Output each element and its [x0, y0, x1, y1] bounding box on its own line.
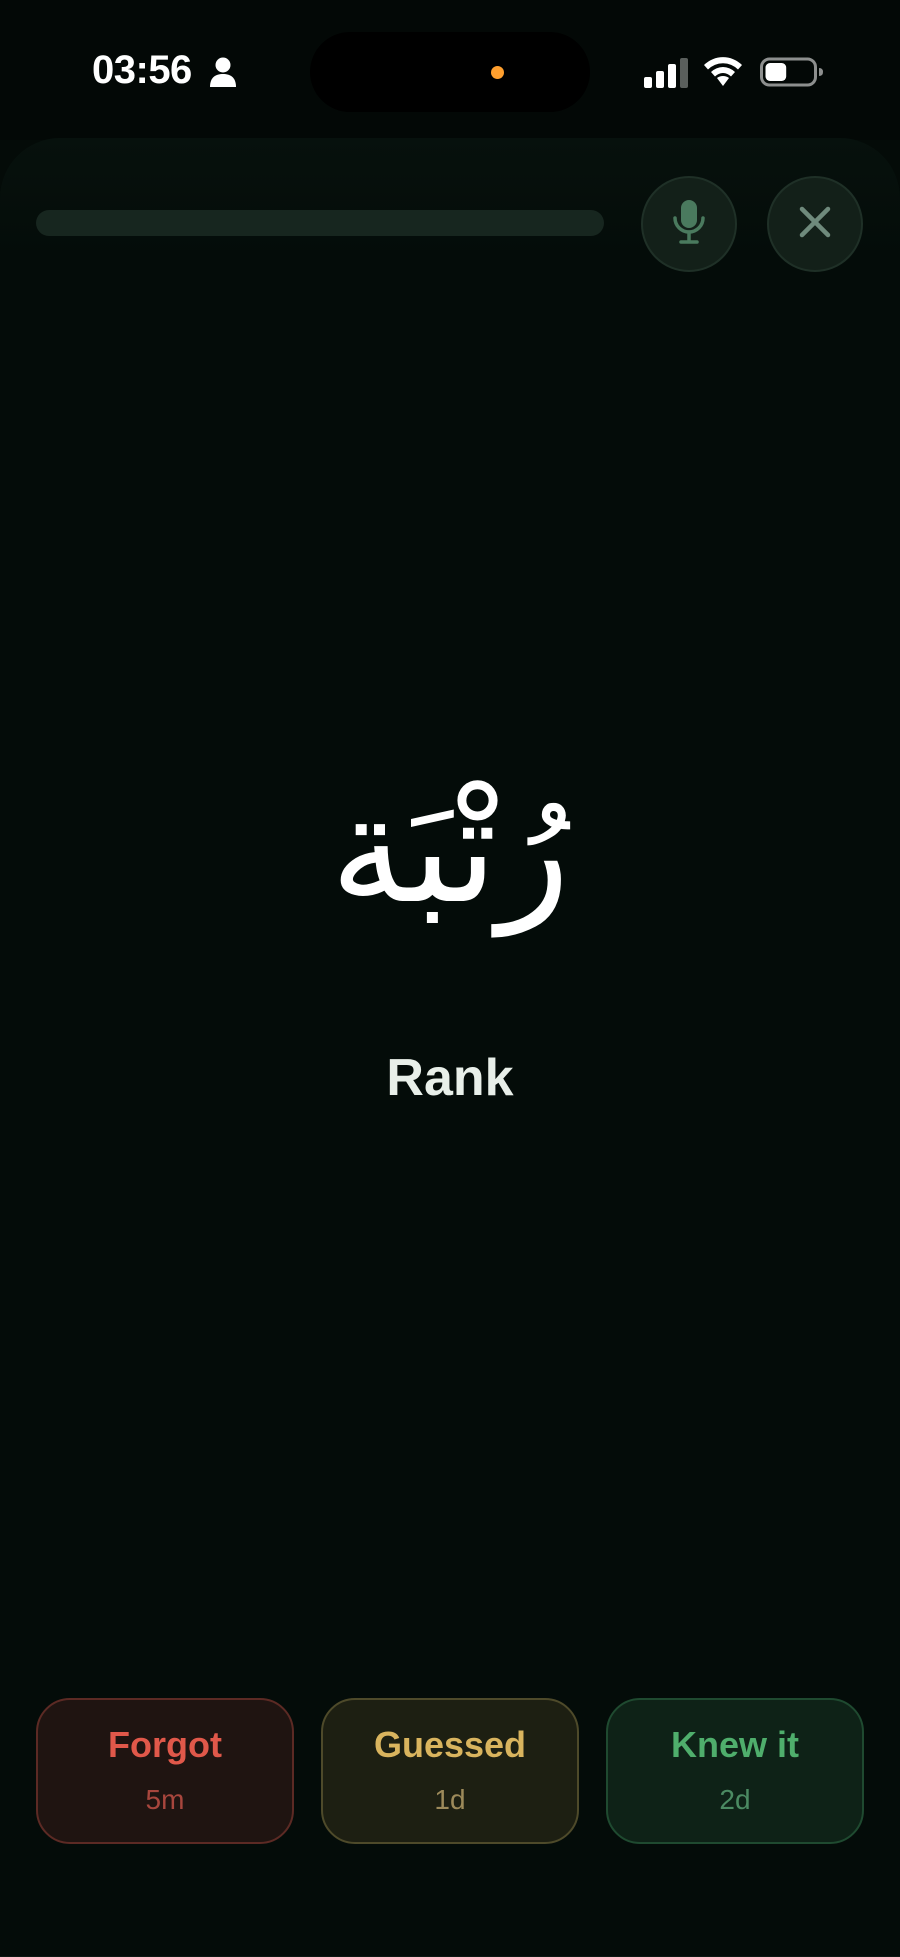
- forgot-interval: 5m: [145, 1784, 185, 1815]
- microphone-button[interactable]: [641, 176, 737, 272]
- status-bar: 03:56: [0, 0, 900, 140]
- status-time: 03:56: [92, 48, 192, 92]
- guessed-label: Guessed: [373, 1724, 527, 1765]
- cellular-signal-icon: [644, 58, 690, 88]
- word-translation: Rank: [386, 1049, 514, 1107]
- battery-icon: [760, 56, 824, 88]
- microphone-icon: [671, 198, 707, 251]
- forgot-label: Forgot: [108, 1724, 222, 1765]
- forgot-button[interactable]: Forgot 5m: [36, 1698, 294, 1844]
- flashcard-screen: 03:56 رُتْبَة Rank Forgot 5m Guessed 1d …: [0, 0, 900, 1957]
- knew-it-interval: 2d: [719, 1784, 751, 1815]
- arabic-word: رُتْبَة: [330, 763, 570, 937]
- knew-it-button[interactable]: Knew it 2d: [606, 1698, 864, 1844]
- guessed-button[interactable]: Guessed 1d: [321, 1698, 579, 1844]
- wifi-icon: [703, 56, 743, 88]
- dynamic-island: [310, 32, 590, 112]
- sheet-header-background: [0, 138, 900, 258]
- close-button[interactable]: [767, 176, 863, 272]
- knew-it-label: Knew it: [670, 1724, 799, 1765]
- session-progress-bar: [36, 210, 604, 236]
- guessed-interval: 1d: [434, 1784, 466, 1815]
- close-icon: [798, 205, 832, 244]
- person-icon: [208, 56, 238, 88]
- recording-indicator-dot: [491, 66, 504, 79]
